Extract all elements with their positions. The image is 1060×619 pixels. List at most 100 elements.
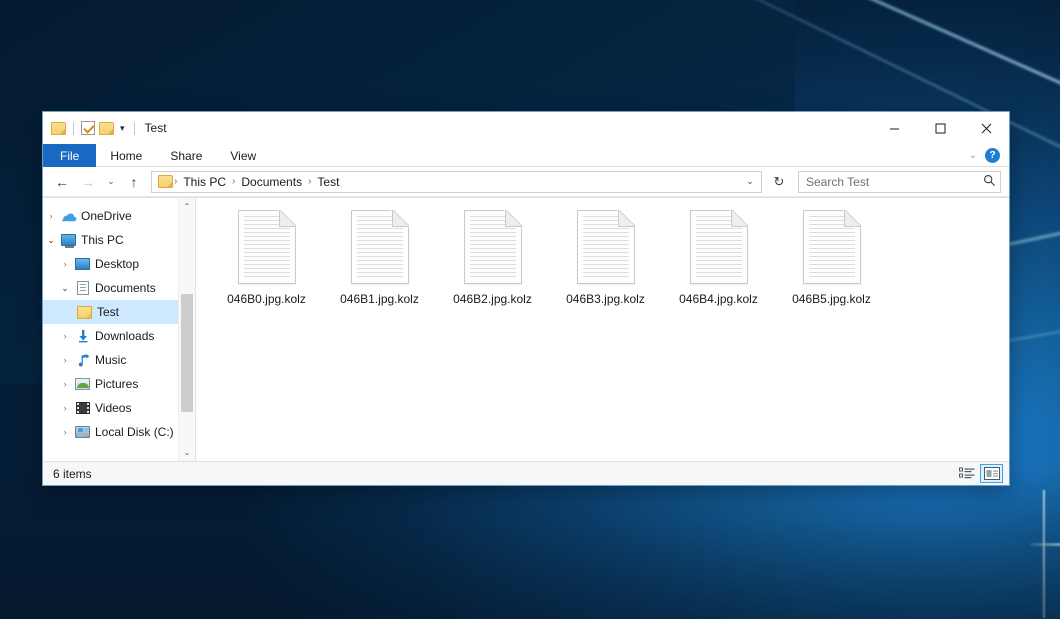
search-input[interactable] <box>806 175 983 189</box>
sidebar-item-downloads[interactable]: › Downloads <box>43 324 195 348</box>
search-box[interactable] <box>798 171 1001 193</box>
tab-view[interactable]: View <box>216 144 270 167</box>
back-button[interactable]: ← <box>51 171 73 193</box>
file-name-label: 046B1.jpg.kolz <box>340 292 419 306</box>
forward-button: → <box>77 171 99 193</box>
maximize-button[interactable] <box>917 112 963 144</box>
up-button[interactable]: ↑ <box>123 171 145 193</box>
item-count-label: 6 items <box>53 467 92 481</box>
file-item[interactable]: 046B4.jpg.kolz <box>662 210 775 318</box>
sidebar-item-desktop[interactable]: › Desktop <box>43 252 195 276</box>
sidebar-item-label: Videos <box>92 401 131 415</box>
sidebar-item-local-disk[interactable]: › Local Disk (C:) <box>43 420 195 444</box>
file-name-label: 046B5.jpg.kolz <box>792 292 871 306</box>
file-name-label: 046B3.jpg.kolz <box>566 292 645 306</box>
generic-file-icon <box>464 210 522 284</box>
file-grid: 046B0.jpg.kolz 046B1.jpg.kolz <box>196 208 1009 318</box>
tab-home[interactable]: Home <box>96 144 156 167</box>
desktop-icon <box>73 258 92 270</box>
chevron-right-icon[interactable]: › <box>57 428 73 437</box>
divider <box>73 122 74 135</box>
file-item[interactable]: 046B2.jpg.kolz <box>436 210 549 318</box>
file-name-label: 046B0.jpg.kolz <box>227 292 306 306</box>
chevron-down-icon[interactable]: ⌄ <box>57 284 73 293</box>
file-item[interactable]: 046B3.jpg.kolz <box>549 210 662 318</box>
chevron-down-icon[interactable]: ▾ <box>118 124 127 133</box>
navigation-tree: › OneDrive ⌄ This PC › Desk <box>43 198 195 444</box>
local-disk-icon <box>73 426 92 438</box>
file-explorer-window: ▾ Test File Home Share View <box>42 111 1010 486</box>
chevron-right-icon[interactable]: › <box>57 380 73 389</box>
videos-icon <box>73 402 92 414</box>
file-icon-folded-corner <box>731 210 748 227</box>
properties-icon[interactable] <box>81 121 95 135</box>
sidebar-item-label: Documents <box>92 281 156 295</box>
file-icon-folded-corner <box>505 210 522 227</box>
chevron-right-icon[interactable]: › <box>57 332 73 341</box>
file-item[interactable]: 046B0.jpg.kolz <box>210 210 323 318</box>
file-name-label: 046B4.jpg.kolz <box>679 292 758 306</box>
tab-file[interactable]: File <box>43 144 96 167</box>
file-item[interactable]: 046B1.jpg.kolz <box>323 210 436 318</box>
quick-access-toolbar: ▾ <box>43 121 138 135</box>
breadcrumb[interactable]: › This PC › Documents › Test ⌄ <box>151 171 762 193</box>
help-icon[interactable]: ? <box>985 148 1000 163</box>
file-item[interactable]: 046B5.jpg.kolz <box>775 210 888 318</box>
chevron-down-icon[interactable]: ⌄ <box>969 150 977 161</box>
large-icons-view-button[interactable] <box>980 464 1003 483</box>
refresh-button[interactable]: ↻ <box>768 171 790 193</box>
sidebar-item-label: Downloads <box>92 329 154 343</box>
chevron-right-icon[interactable]: › <box>57 404 73 413</box>
ribbon-tab-bar: File Home Share View ⌄ ? <box>43 144 1009 167</box>
scrollbar-thumb[interactable] <box>181 294 193 412</box>
sidebar-item-music[interactable]: › Music <box>43 348 195 372</box>
downloads-icon <box>73 329 92 343</box>
close-button[interactable] <box>963 112 1009 144</box>
file-name-label: 046B2.jpg.kolz <box>453 292 532 306</box>
chevron-right-icon[interactable]: › <box>57 260 73 269</box>
divider <box>134 122 135 135</box>
chevron-right-icon[interactable]: › <box>57 356 73 365</box>
chevron-down-icon[interactable]: ⌄ <box>43 236 59 245</box>
navigation-pane: › OneDrive ⌄ This PC › Desk <box>43 198 196 461</box>
sidebar-item-videos[interactable]: › Videos <box>43 396 195 420</box>
sidebar-item-test[interactable]: Test <box>43 300 195 324</box>
folder-icon <box>75 306 94 319</box>
file-icon-folded-corner <box>618 210 635 227</box>
generic-file-icon <box>690 210 748 284</box>
window-body: › OneDrive ⌄ This PC › Desk <box>43 197 1009 461</box>
new-folder-icon[interactable] <box>99 122 114 135</box>
breadcrumb-item-test[interactable]: Test <box>312 172 344 192</box>
search-icon[interactable] <box>983 174 996 190</box>
folder-icon[interactable] <box>51 122 66 135</box>
music-icon <box>73 353 92 367</box>
tab-share[interactable]: Share <box>156 144 216 167</box>
desktop: ▾ Test File Home Share View <box>0 0 1060 619</box>
sidebar-item-label: Local Disk (C:) <box>92 425 174 439</box>
sidebar-item-pictures[interactable]: › Pictures <box>43 372 195 396</box>
folder-icon <box>158 175 173 188</box>
scroll-down-button[interactable]: ⌄ <box>179 444 195 461</box>
sidebar-item-this-pc[interactable]: ⌄ This PC <box>43 228 195 252</box>
details-view-button[interactable] <box>955 464 978 483</box>
sidebar-item-label: Music <box>92 353 126 367</box>
scroll-up-button[interactable]: ⌃ <box>179 198 195 215</box>
this-pc-icon <box>59 234 78 246</box>
view-mode-buttons <box>955 464 1003 483</box>
file-icon-folded-corner <box>279 210 296 227</box>
chevron-down-icon[interactable]: ⌄ <box>741 176 759 187</box>
breadcrumb-item-this-pc[interactable]: This PC <box>178 172 231 192</box>
ribbon-right-controls: ⌄ ? <box>969 144 1009 166</box>
sidebar-item-documents[interactable]: ⌄ Documents <box>43 276 195 300</box>
file-list-pane[interactable]: 046B0.jpg.kolz 046B1.jpg.kolz <box>196 198 1009 461</box>
chevron-right-icon[interactable]: › <box>43 212 59 221</box>
navigation-scrollbar[interactable]: ⌃ ⌄ <box>178 198 195 461</box>
file-icon-folded-corner <box>392 210 409 227</box>
generic-file-icon <box>577 210 635 284</box>
sidebar-item-onedrive[interactable]: › OneDrive <box>43 204 195 228</box>
sidebar-item-label: Test <box>94 305 119 319</box>
minimize-button[interactable] <box>871 112 917 144</box>
recent-locations-button[interactable]: ⌄ <box>103 171 119 193</box>
sidebar-item-label: Pictures <box>92 377 138 391</box>
breadcrumb-item-documents[interactable]: Documents <box>236 172 307 192</box>
